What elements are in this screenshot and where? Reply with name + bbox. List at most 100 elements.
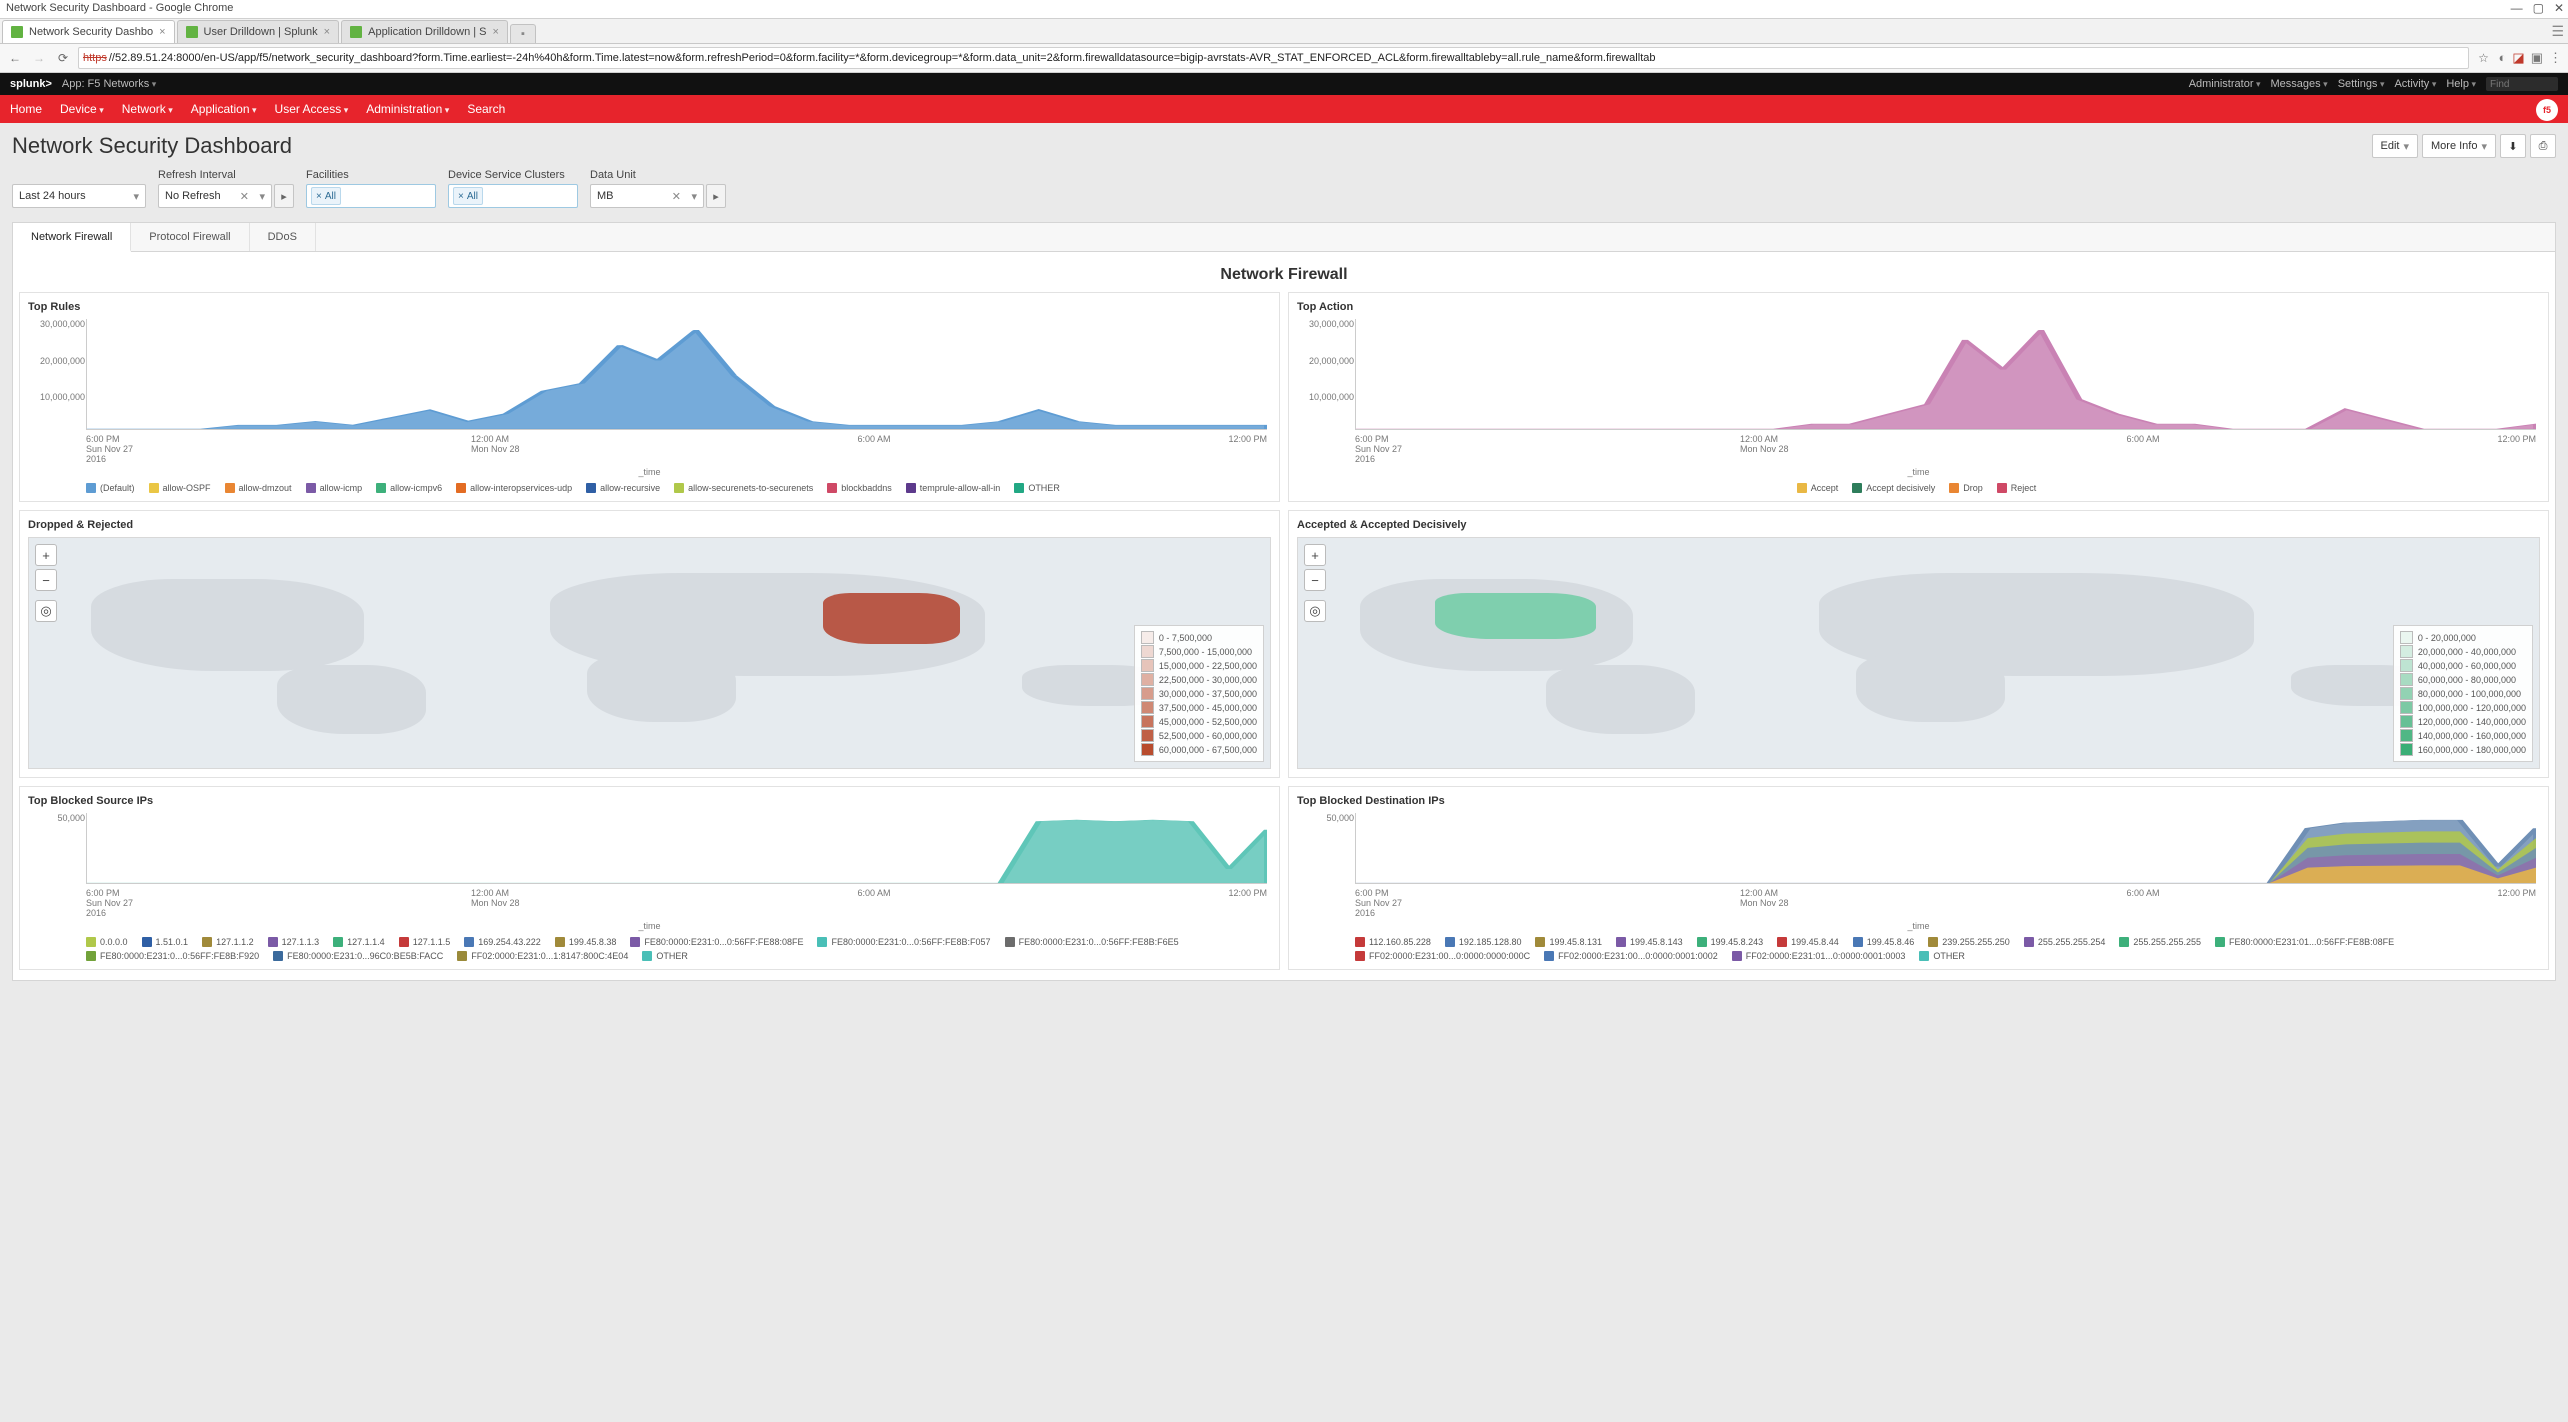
- legend-item[interactable]: allow-icmp: [306, 483, 363, 493]
- legend-item[interactable]: 1.51.0.1: [142, 937, 189, 947]
- menu-settings[interactable]: Settings: [2338, 78, 2385, 90]
- menu-activity[interactable]: Activity: [2394, 78, 2436, 90]
- legend-item[interactable]: allow-OSPF: [149, 483, 211, 493]
- legend-item[interactable]: Drop: [1949, 483, 1983, 493]
- print-button[interactable]: ⎙: [2530, 134, 2556, 158]
- legend-item[interactable]: 239.255.255.250: [1928, 937, 2010, 947]
- address-bar[interactable]: https //52.89.51.24:8000/en-US/app/f5/ne…: [78, 47, 2469, 69]
- map-locate-icon[interactable]: ◎: [35, 600, 57, 622]
- nav-application[interactable]: Application: [191, 102, 257, 116]
- bookmark-star-icon[interactable]: ☆: [2475, 51, 2493, 65]
- new-tab-button[interactable]: ▪: [510, 24, 536, 43]
- legend-item[interactable]: 199.45.8.131: [1535, 937, 1602, 947]
- legend-item[interactable]: FE80:0000:E231:0...96C0:BE5B:FACC: [273, 951, 443, 961]
- legend-item[interactable]: blockbaddns: [827, 483, 892, 493]
- ext-icon-1[interactable]: ◐: [2499, 50, 2507, 66]
- legend-item[interactable]: 127.1.1.5: [399, 937, 451, 947]
- legend-item[interactable]: OTHER: [1014, 483, 1060, 493]
- legend-item[interactable]: 112.160.85.228: [1355, 937, 1431, 947]
- legend-item[interactable]: Accept: [1797, 483, 1839, 493]
- legend-item[interactable]: 127.1.1.3: [268, 937, 320, 947]
- map-dropped-rejected[interactable]: + − ◎ 0 - 7,500,0007,500,000 - 15,000,00…: [28, 537, 1271, 769]
- chart-blocked-src[interactable]: 50,000: [86, 813, 1267, 884]
- legend-item[interactable]: 199.45.8.243: [1697, 937, 1764, 947]
- export-button[interactable]: ⬇: [2500, 134, 2526, 158]
- refresh-interval-select[interactable]: No Refresh ✕ ▾: [158, 184, 272, 208]
- menu-messages[interactable]: Messages: [2271, 78, 2328, 90]
- chrome-user-icon[interactable]: ☰: [2551, 23, 2564, 40]
- legend-item[interactable]: FF02:0000:E231:0...1:8147:800C:4E04: [457, 951, 628, 961]
- menu-administrator[interactable]: Administrator: [2189, 78, 2261, 90]
- legend-item[interactable]: 127.1.1.2: [202, 937, 254, 947]
- map-zoom-in[interactable]: +: [1304, 544, 1326, 566]
- window-close-icon[interactable]: ✕: [2554, 1, 2564, 15]
- nav-administration[interactable]: Administration: [366, 102, 449, 116]
- app-menu[interactable]: App: F5 Networks: [62, 78, 156, 90]
- legend-item[interactable]: OTHER: [642, 951, 688, 961]
- data-unit-submit[interactable]: ▸: [706, 184, 726, 208]
- legend-item[interactable]: FF02:0000:E231:01...0:0000:0001:0003: [1732, 951, 1906, 961]
- edit-menu[interactable]: Edit: [2372, 134, 2419, 158]
- legend-item[interactable]: FF02:0000:E231:00...0:0000:0000:000C: [1355, 951, 1530, 961]
- map-zoom-out[interactable]: −: [35, 569, 57, 591]
- map-accepted[interactable]: + − ◎ 0 - 20,000,00020,000,000 - 40,000,…: [1297, 537, 2540, 769]
- dsc-multiselect[interactable]: × All: [448, 184, 578, 208]
- more-info-menu[interactable]: More Info: [2422, 134, 2496, 158]
- menu-help[interactable]: Help: [2446, 78, 2476, 90]
- legend-item[interactable]: Reject: [1997, 483, 2037, 493]
- splunk-logo[interactable]: splunk>: [10, 78, 52, 90]
- ext-icon-3[interactable]: ▣: [2531, 50, 2543, 66]
- chart-top-rules[interactable]: 30,000,00020,000,00010,000,000: [86, 319, 1267, 430]
- legend-item[interactable]: allow-securenets-to-securenets: [674, 483, 813, 493]
- legend-item[interactable]: 199.45.8.143: [1616, 937, 1683, 947]
- nav-network[interactable]: Network: [122, 102, 173, 116]
- nav-reload-icon[interactable]: ⟳: [54, 51, 72, 65]
- tab-network-firewall[interactable]: Network Firewall: [13, 223, 131, 252]
- splunk-find-input[interactable]: Find: [2486, 77, 2558, 91]
- refresh-submit[interactable]: ▸: [274, 184, 294, 208]
- time-picker[interactable]: Last 24 hours ▾: [12, 184, 146, 208]
- legend-item[interactable]: 169.254.43.222: [464, 937, 541, 947]
- ext-icon-pdf[interactable]: ◪: [2512, 50, 2524, 66]
- nav-device[interactable]: Device: [60, 102, 104, 116]
- legend-item[interactable]: FE80:0000:E231:0...0:56FF:FE88:08FE: [630, 937, 803, 947]
- data-unit-select[interactable]: MB ✕ ▾: [590, 184, 704, 208]
- chart-top-action[interactable]: 30,000,00020,000,00010,000,000: [1355, 319, 2536, 430]
- legend-item[interactable]: temprule-allow-all-in: [906, 483, 1001, 493]
- legend-item[interactable]: FF02:0000:E231:00...0:0000:0001:0002: [1544, 951, 1718, 961]
- legend-item[interactable]: 255.255.255.255: [2119, 937, 2201, 947]
- legend-item[interactable]: FE80:0000:E231:0...0:56FF:FE8B:F057: [817, 937, 990, 947]
- tab-close-icon[interactable]: ×: [493, 26, 499, 38]
- tab-close-icon[interactable]: ×: [159, 26, 165, 38]
- legend-item[interactable]: 255.255.255.254: [2024, 937, 2106, 947]
- legend-item[interactable]: 199.45.8.44: [1777, 937, 1839, 947]
- legend-item[interactable]: FE80:0000:E231:0...0:56FF:FE8B:F920: [86, 951, 259, 961]
- legend-item[interactable]: Accept decisively: [1852, 483, 1935, 493]
- legend-item[interactable]: allow-dmzout: [225, 483, 292, 493]
- chart-blocked-dst[interactable]: 50,000: [1355, 813, 2536, 884]
- legend-item[interactable]: 192.185.128.80: [1445, 937, 1522, 947]
- facilities-token-all[interactable]: × All: [311, 187, 341, 205]
- chrome-menu-icon[interactable]: ⋮: [2549, 50, 2562, 66]
- browser-tab[interactable]: User Drilldown | Splunk×: [177, 20, 340, 43]
- nav-user-access[interactable]: User Access: [275, 102, 349, 116]
- facilities-multiselect[interactable]: × All: [306, 184, 436, 208]
- legend-item[interactable]: FE80:0000:E231:01...0:56FF:FE8B:08FE: [2215, 937, 2394, 947]
- nav-forward-icon[interactable]: →: [30, 51, 48, 65]
- clear-icon[interactable]: ✕: [240, 190, 249, 203]
- nav-search[interactable]: Search: [467, 102, 505, 116]
- window-minimize-icon[interactable]: —: [2511, 1, 2523, 15]
- dsc-token-all[interactable]: × All: [453, 187, 483, 205]
- legend-item[interactable]: 0.0.0.0: [86, 937, 128, 947]
- clear-icon[interactable]: ✕: [672, 190, 681, 203]
- window-maximize-icon[interactable]: ▢: [2533, 1, 2544, 15]
- legend-item[interactable]: (Default): [86, 483, 135, 493]
- map-zoom-in[interactable]: +: [35, 544, 57, 566]
- token-remove-icon[interactable]: ×: [458, 191, 464, 202]
- legend-item[interactable]: 199.45.8.38: [555, 937, 617, 947]
- nav-back-icon[interactable]: ←: [6, 51, 24, 65]
- map-zoom-out[interactable]: −: [1304, 569, 1326, 591]
- nav-home[interactable]: Home: [10, 102, 42, 116]
- map-locate-icon[interactable]: ◎: [1304, 600, 1326, 622]
- legend-item[interactable]: allow-recursive: [586, 483, 660, 493]
